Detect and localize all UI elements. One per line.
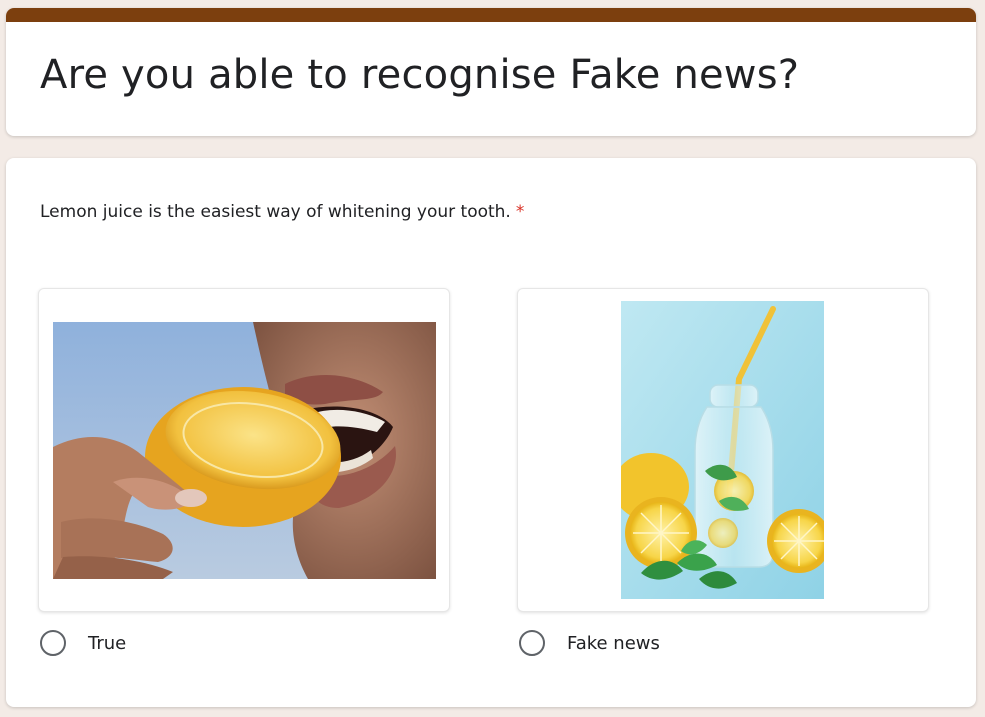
option-row-fake-news[interactable]: Fake news — [517, 628, 929, 662]
question-label: Lemon juice is the easiest way of whiten… — [40, 202, 511, 222]
choice-option-fake-news[interactable]: Fake news — [517, 288, 929, 662]
radio-button-fake-news[interactable] — [519, 630, 545, 656]
option-label-true: True — [88, 633, 127, 654]
radio-button-true[interactable] — [40, 630, 66, 656]
option-label-fake-news: Fake news — [567, 633, 660, 654]
option-row-true[interactable]: True — [38, 628, 450, 662]
choice-option-true[interactable]: True — [38, 288, 450, 662]
option-image-frame[interactable] — [38, 288, 450, 612]
option-image-frame[interactable] — [517, 288, 929, 612]
lemon-water-bottle-with-straw-photo — [621, 301, 824, 599]
title-accent-bar — [6, 8, 976, 22]
required-asterisk: * — [515, 202, 525, 222]
question-card: Lemon juice is the easiest way of whiten… — [6, 158, 976, 707]
form-title: Are you able to recognise Fake news? — [40, 52, 800, 98]
woman-biting-lemon-photo — [53, 322, 436, 579]
form-title-card: Are you able to recognise Fake news? — [6, 8, 976, 136]
question-text: Lemon juice is the easiest way of whiten… — [40, 202, 524, 222]
